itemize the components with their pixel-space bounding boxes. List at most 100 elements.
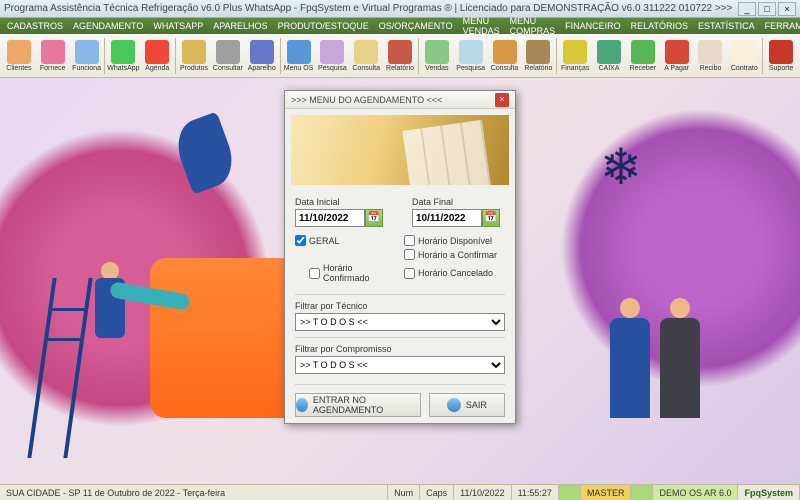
toolbar-pesquisa[interactable]: Pesquisa [454, 40, 488, 72]
suporte-icon [769, 40, 793, 64]
toolbar-menu os[interactable]: Menu OS [282, 40, 316, 72]
exit-button[interactable]: SAIR [429, 393, 505, 417]
status-time: 11:55:27 [512, 485, 559, 500]
toolbar-pesquisa[interactable]: Pesquisa [315, 40, 349, 72]
status-master: MASTER [581, 485, 632, 500]
vendas-icon [425, 40, 449, 64]
a pagar-icon [665, 40, 689, 64]
clientes-icon [7, 40, 31, 64]
menu-produto-estoque[interactable]: PRODUTO/ESTOQUE [273, 21, 374, 31]
consultar-icon [216, 40, 240, 64]
enter-button-label: ENTRAR NO AGENDAMENTO [313, 395, 420, 415]
enter-agendamento-button[interactable]: ENTRAR NO AGENDAMENTO [295, 393, 421, 417]
toolbar-label: Vendas [425, 65, 448, 72]
produtos-icon [182, 40, 206, 64]
toolbar-label: Finanças [561, 65, 589, 72]
decor-worker [80, 238, 140, 358]
toolbar-vendas[interactable]: Vendas [420, 40, 454, 72]
toolbar-label: Suporte [769, 65, 794, 72]
toolbar-label: CAIXA [598, 65, 619, 72]
menu-estatistica[interactable]: ESTATÍSTICA [693, 21, 760, 31]
date-final-picker-button[interactable]: 📅 [482, 209, 500, 227]
menu-whatsapp[interactable]: WHATSAPP [148, 21, 208, 31]
menu-aparelhos[interactable]: APARELHOS [208, 21, 272, 31]
menu-os-orcamento[interactable]: OS/ORÇAMENTO [374, 21, 458, 31]
status-demo: DEMO OS AR 6.0 [653, 485, 738, 500]
whatsapp-icon [111, 40, 135, 64]
exit-icon [447, 398, 461, 412]
close-button[interactable]: × [778, 2, 796, 16]
toolbar-consulta[interactable]: Consulta [488, 40, 522, 72]
toolbar-consultar[interactable]: Consultar [211, 40, 245, 72]
toolbar-relatório[interactable]: Relatório [383, 40, 417, 72]
date-final-label: Data Final [412, 197, 505, 207]
menu-financeiro[interactable]: FINANCEIRO [560, 21, 626, 31]
dialog-close-button[interactable]: × [495, 93, 509, 107]
chk-geral[interactable] [295, 235, 306, 246]
dialog-body: Data Inicial 📅 Data Final 📅 GERAL Hor [285, 191, 515, 423]
toolbar-label: Consulta [352, 65, 380, 72]
toolbar-funciona[interactable]: Funciona [70, 40, 104, 72]
toolbar-consulta[interactable]: Consulta [349, 40, 383, 72]
window-title: Programa Assistência Técnica Refrigeraçã… [4, 3, 736, 14]
filter-tecnico-select[interactable]: >> T O D O S << [295, 313, 505, 331]
toolbar-clientes[interactable]: Clientes [2, 40, 36, 72]
filter-compromisso-select[interactable]: >> T O D O S << [295, 356, 505, 374]
snowflake-icon: ❄ [600, 138, 660, 198]
toolbar-caixa[interactable]: CAIXA [592, 40, 626, 72]
toolbar-a pagar[interactable]: A Pagar [660, 40, 694, 72]
toolbar-label: Clientes [6, 65, 31, 72]
filter-compromisso-label: Filtrar por Compromisso [295, 344, 505, 354]
minimize-button[interactable]: _ [738, 2, 756, 16]
toolbar-label: Consultar [213, 65, 243, 72]
toolbar-label: Consulta [491, 65, 519, 72]
chk-confirmado[interactable] [309, 268, 320, 279]
menu-relatorios[interactable]: RELATÓRIOS [626, 21, 693, 31]
toolbar-aparelho[interactable]: Aparelho [245, 40, 279, 72]
toolbar-receber[interactable]: Receber [626, 40, 660, 72]
toolbar-relatório[interactable]: Relatório [521, 40, 555, 72]
exit-button-label: SAIR [466, 400, 487, 410]
main-toolbar: Clientes Fornece FuncionaWhatsAppAgenda Pro… [0, 34, 800, 78]
pesquisa-icon [320, 40, 344, 64]
toolbar-label: Produtos [180, 65, 208, 72]
menu-cadastros[interactable]: CADASTROS [2, 21, 68, 31]
toolbar-fornece[interactable]: Fornece [36, 40, 70, 72]
chk-cancelado[interactable] [404, 268, 415, 279]
agenda-icon [145, 40, 169, 64]
toolbar-suporte[interactable]: Suporte [764, 40, 798, 72]
chk-disponivel[interactable] [404, 235, 415, 246]
date-initial-input[interactable] [295, 209, 365, 227]
pesquisa-icon [459, 40, 483, 64]
dialog-title: >>> MENU DO AGENDAMENTO <<< [291, 95, 442, 105]
toolbar-label: Fornece [40, 65, 66, 72]
chk-disponivel-label: Horário Disponível [418, 236, 492, 246]
contrato-icon [732, 40, 756, 64]
maximize-button[interactable]: □ [758, 2, 776, 16]
funciona-icon [75, 40, 99, 64]
filter-tecnico-label: Filtrar por Técnico [295, 301, 505, 311]
toolbar-label: Menu OS [284, 65, 314, 72]
toolbar-label: Pesquisa [318, 65, 347, 72]
dialog-titlebar[interactable]: >>> MENU DO AGENDAMENTO <<< × [285, 91, 515, 109]
toolbar-label: WhatsApp [107, 65, 139, 72]
date-initial-picker-button[interactable]: 📅 [365, 209, 383, 227]
toolbar-recibo[interactable]: Recibo [694, 40, 728, 72]
menu-ferramentas[interactable]: FERRAMENTAS [760, 21, 800, 31]
menu-vendas[interactable]: MENU VENDAS [458, 16, 505, 36]
status-fpqsystem: FpqSystem [738, 485, 800, 500]
toolbar-produtos[interactable]: Produtos [177, 40, 211, 72]
toolbar-agenda[interactable]: Agenda [140, 40, 174, 72]
menu-compras[interactable]: MENU COMPRAS [505, 16, 561, 36]
toolbar-label: Contrato [731, 65, 758, 72]
menu-agendamento[interactable]: AGENDAMENTO [68, 21, 148, 31]
date-final-input[interactable] [412, 209, 482, 227]
toolbar-whatsapp[interactable]: WhatsApp [106, 40, 140, 72]
toolbar-label: Recibo [700, 65, 722, 72]
toolbar-label: Pesquisa [456, 65, 485, 72]
toolbar-contrato[interactable]: Contrato [727, 40, 761, 72]
toolbar-finanças[interactable]: Finanças [558, 40, 592, 72]
fornece-icon [41, 40, 65, 64]
chk-confirmar[interactable] [404, 249, 415, 260]
dialog-banner-image [291, 115, 509, 185]
